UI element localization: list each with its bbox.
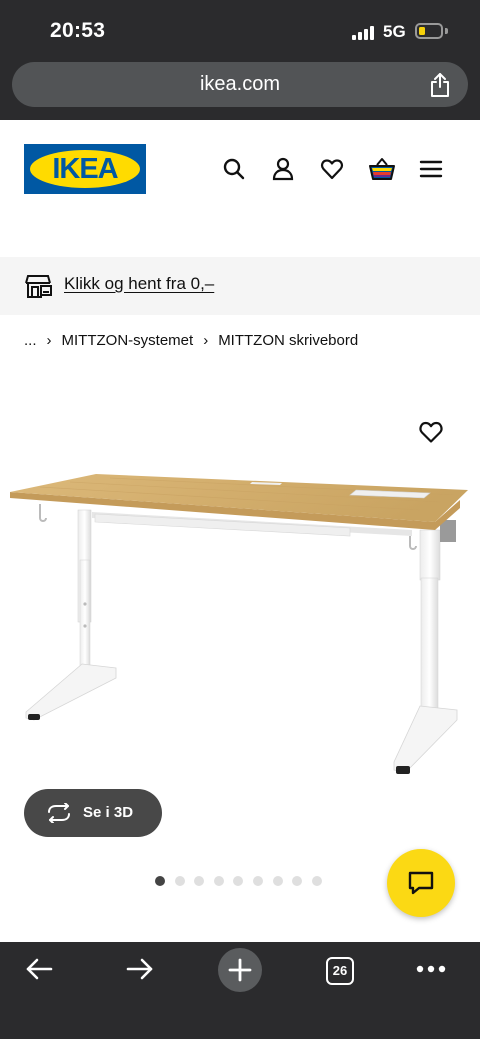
view-in-3d-button[interactable]: Se i 3D: [24, 789, 162, 837]
carousel-dot[interactable]: [213, 876, 224, 886]
battery-cap: [445, 28, 448, 34]
new-tab-button[interactable]: [218, 948, 262, 992]
address-bar[interactable]: ikea.com: [12, 62, 468, 107]
breadcrumb-ellipsis[interactable]: ...: [24, 332, 37, 349]
carousel-dot[interactable]: [311, 876, 322, 886]
share-icon[interactable]: [428, 72, 452, 98]
chevron-right-icon: ›: [46, 332, 52, 349]
breadcrumb-item-mittzon-desk[interactable]: MITTZON skrivebord: [218, 332, 358, 349]
new-tab-icon: [228, 958, 252, 982]
chat-button[interactable]: [387, 849, 455, 917]
browser-toolbar: 26: [0, 942, 480, 1039]
rotate-3d-icon: [48, 803, 70, 823]
breadcrumb-item-mittzon-system[interactable]: MITTZON-systemet: [62, 332, 194, 349]
product-image[interactable]: [0, 460, 480, 790]
more-icon[interactable]: [416, 965, 446, 973]
carousel-dot[interactable]: [155, 876, 165, 886]
signal-icon: [352, 25, 376, 40]
menu-icon[interactable]: [419, 156, 443, 182]
chat-icon: [408, 871, 434, 895]
back-icon[interactable]: [24, 956, 54, 982]
breadcrumb: ... › MITTZON-systemet › MITTZON skrivebord: [24, 332, 358, 349]
view-in-3d-label: Se i 3D: [83, 804, 134, 821]
store-pickup-icon: [25, 275, 52, 298]
ikea-logo[interactable]: IKEA: [24, 144, 146, 194]
carousel-dot[interactable]: [174, 876, 185, 886]
click-collect-banner: Klikk og hent fra 0,–: [0, 257, 480, 315]
carousel-dot[interactable]: [292, 876, 303, 886]
carousel-dot[interactable]: [233, 876, 244, 886]
status-bar: 20:53 5G: [0, 0, 480, 62]
site-header: IKEA: [0, 120, 480, 258]
account-icon[interactable]: [271, 156, 295, 182]
forward-icon[interactable]: [125, 956, 155, 982]
carousel-dot[interactable]: [253, 876, 263, 886]
url-text[interactable]: ikea.com: [12, 73, 468, 96]
tab-switcher-button[interactable]: 26: [326, 957, 354, 985]
logo-text: IKEA: [52, 153, 118, 185]
network-type: 5G: [383, 22, 406, 41]
status-time: 20:53: [50, 19, 106, 42]
battery-icon: [415, 23, 443, 39]
wishlist-icon[interactable]: [320, 156, 344, 182]
cart-icon[interactable]: [368, 156, 396, 182]
heart-icon[interactable]: [418, 420, 444, 444]
carousel-dot[interactable]: [272, 876, 283, 886]
browser-url-area: ikea.com: [0, 62, 480, 120]
carousel-dot[interactable]: [194, 876, 205, 886]
chevron-right-icon: ›: [203, 332, 209, 349]
click-collect-link[interactable]: Klikk og hent fra 0,–: [64, 274, 214, 294]
search-icon[interactable]: [222, 156, 246, 182]
